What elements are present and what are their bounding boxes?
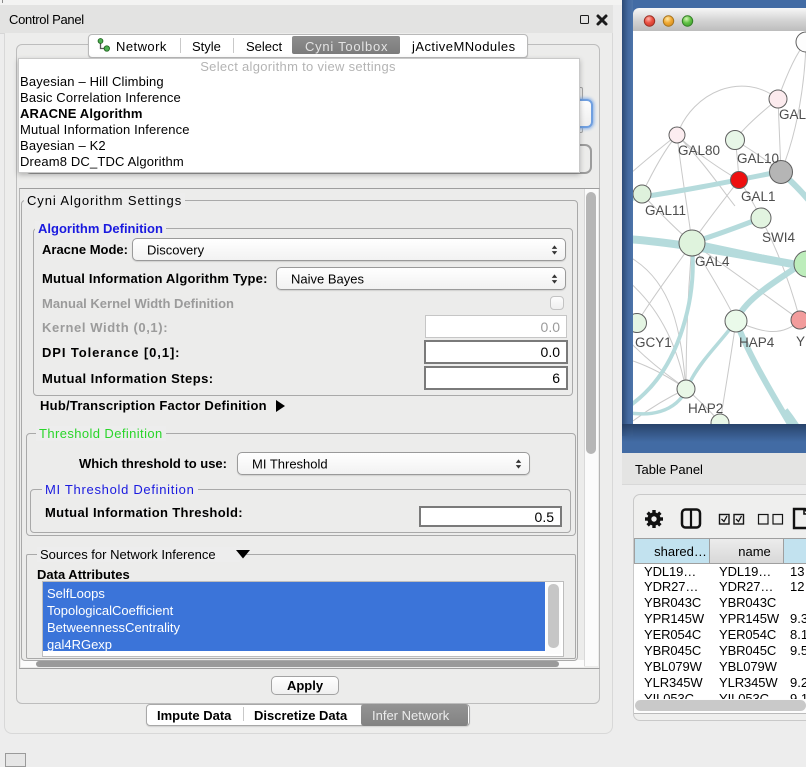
svg-text:GCY1: GCY1 <box>635 335 672 350</box>
svg-text:GAL1: GAL1 <box>741 189 776 204</box>
svg-text:HAP2: HAP2 <box>688 401 723 416</box>
svg-text:GAL10: GAL10 <box>737 151 779 166</box>
svg-text:Y: Y <box>796 334 805 349</box>
svg-text:GAL4: GAL4 <box>695 254 730 269</box>
svg-text:GAL11: GAL11 <box>645 203 686 218</box>
svg-text:HAP4: HAP4 <box>739 335 775 350</box>
svg-text:GAL80: GAL80 <box>678 143 720 158</box>
svg-text:GAL2: GAL2 <box>779 107 806 122</box>
svg-text:SWI4: SWI4 <box>762 230 795 245</box>
